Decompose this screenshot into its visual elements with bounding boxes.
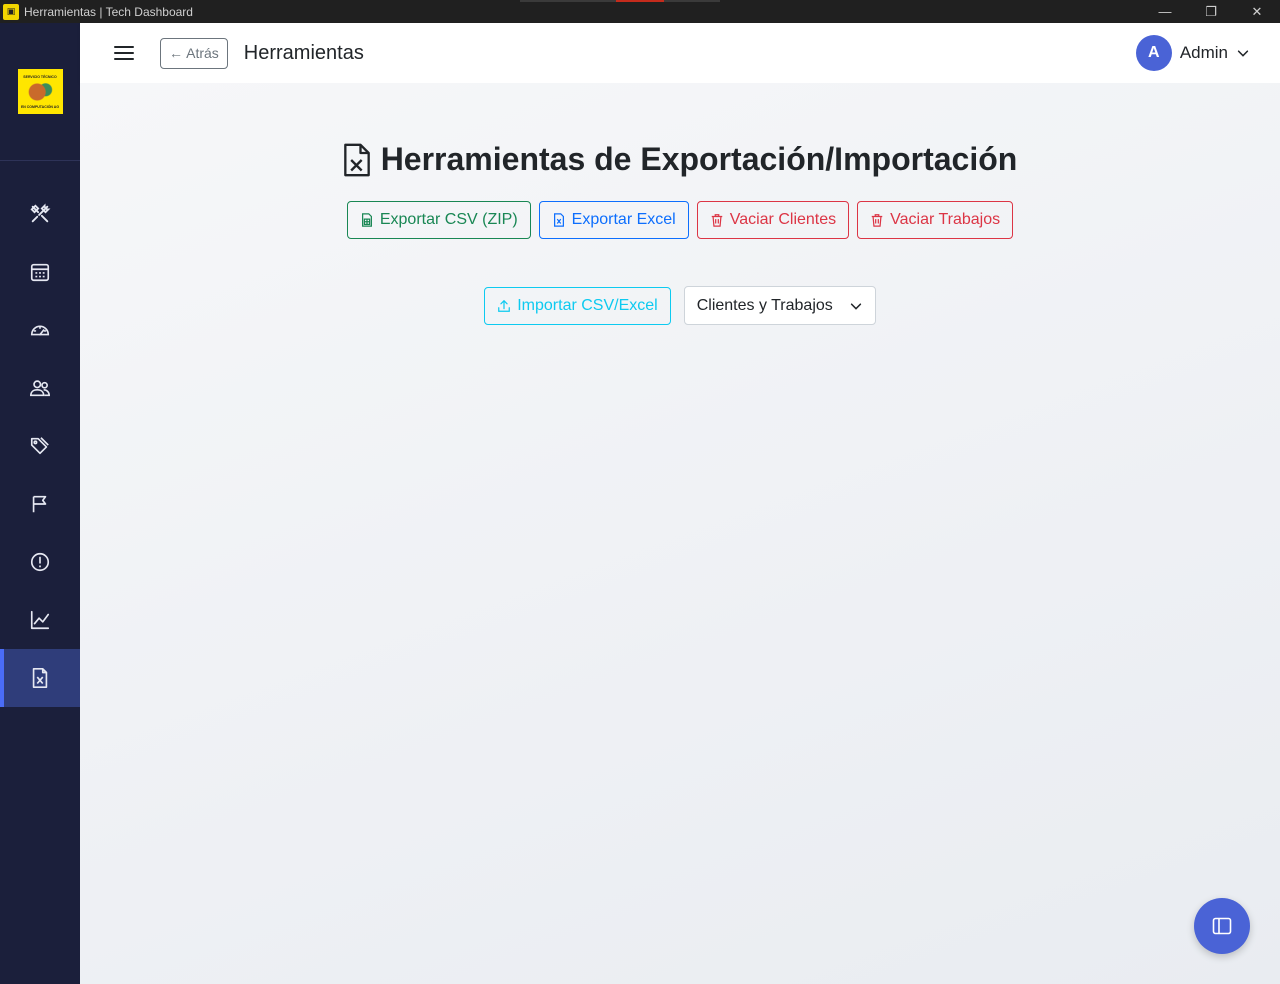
people-icon [30,380,50,397]
sidebar-item-clients[interactable] [0,359,80,417]
user-menu[interactable]: A Admin [1135,35,1250,71]
export-excel-label: Exportar Excel [571,211,676,228]
sidebar-item-stats[interactable] [0,591,80,649]
export-csv-zip-button[interactable]: Exportar CSV (ZIP) [346,201,531,239]
import-actions: Importar CSV/Excel Clientes y Trabajos [80,286,1280,325]
logo-container: SERVICIO TÉCNICO EN COMPUTACIÓN AG [0,23,80,161]
restore-button[interactable]: ❐ [1188,0,1234,23]
import-type-value: Clientes y Trabajos [696,296,833,314]
import-button[interactable]: Importar CSV/Excel [484,286,671,325]
alert-icon [30,552,50,572]
trash-icon [711,214,722,227]
speedometer-icon [30,325,50,336]
close-window-button[interactable]: ✕ [1234,0,1280,23]
file-spreadsheet-icon [361,213,372,227]
calendar-icon [30,263,50,282]
clear-jobs-label: Vaciar Trabajos [890,211,1001,228]
layout-sidebar-icon [1212,917,1232,935]
sidebar-item-tags[interactable] [0,417,80,475]
chevron-down-icon [850,302,861,310]
section-title: Herramientas de Exportación/Importación [380,141,1018,177]
chart-line-icon [30,610,50,630]
export-actions: Exportar CSV (ZIP) Exportar Excel Vaciar… [80,201,1280,239]
tags-icon [30,437,49,455]
export-csv-zip-label: Exportar CSV (ZIP) [379,211,518,228]
export-excel-button[interactable]: Exportar Excel [538,201,689,239]
titlebar-accent [520,0,720,2]
brand-logo[interactable]: SERVICIO TÉCNICO EN COMPUTACIÓN AG [17,69,63,114]
logo-art [26,80,54,103]
hamburger-menu-icon[interactable] [114,43,134,63]
clear-clients-label: Vaciar Clientes [729,211,837,228]
avatar: A [1135,35,1172,71]
section-heading: Herramientas de Exportación/Importación [80,141,1280,178]
sidebar-toggle-button[interactable] [1194,898,1250,954]
sidebar-item-alerts[interactable] [0,533,80,591]
main-content: Herramientas de Exportación/Importación … [80,83,1280,984]
chevron-down-icon [1237,50,1249,57]
sidebar-item-calendar[interactable] [0,243,80,301]
upload-icon [498,299,511,312]
logo-bottom-text: EN COMPUTACIÓN AG [20,104,60,109]
file-excel-icon [553,213,564,227]
top-header: ← Atrás Herramientas A Admin [80,23,1280,83]
clear-clients-button[interactable]: Vaciar Clientes [696,201,850,239]
tools-icon [30,203,51,223]
window-title: Herramientas | Tech Dashboard [24,4,193,19]
user-name: Admin [1179,43,1228,62]
back-button-label: ← Atrás [169,45,219,61]
sidebar-nav [0,185,80,707]
window-titlebar: ▣ Herramientas | Tech Dashboard — ❐ ✕ [0,0,1280,23]
logo-top-text: SERVICIO TÉCNICO [23,74,57,79]
file-excel-icon [343,143,370,176]
sidebar-item-dashboard[interactable] [0,301,80,359]
import-button-label: Importar CSV/Excel [517,296,658,314]
file-excel-icon [32,668,48,688]
minimize-button[interactable]: — [1142,0,1188,23]
sidebar-item-flags[interactable] [0,475,80,533]
sidebar: SERVICIO TÉCNICO EN COMPUTACIÓN AG [0,23,80,984]
back-button[interactable]: ← Atrás [160,37,228,69]
clear-jobs-button[interactable]: Vaciar Trabajos [857,201,1014,239]
app-icon: ▣ [3,3,19,20]
flag-icon [32,495,47,513]
sidebar-item-tools[interactable] [0,185,80,243]
page-title: Herramientas [243,41,364,64]
sidebar-item-tools-export[interactable] [0,649,80,707]
trash-icon [871,214,883,227]
import-type-select[interactable]: Clientes y Trabajos [683,286,876,325]
